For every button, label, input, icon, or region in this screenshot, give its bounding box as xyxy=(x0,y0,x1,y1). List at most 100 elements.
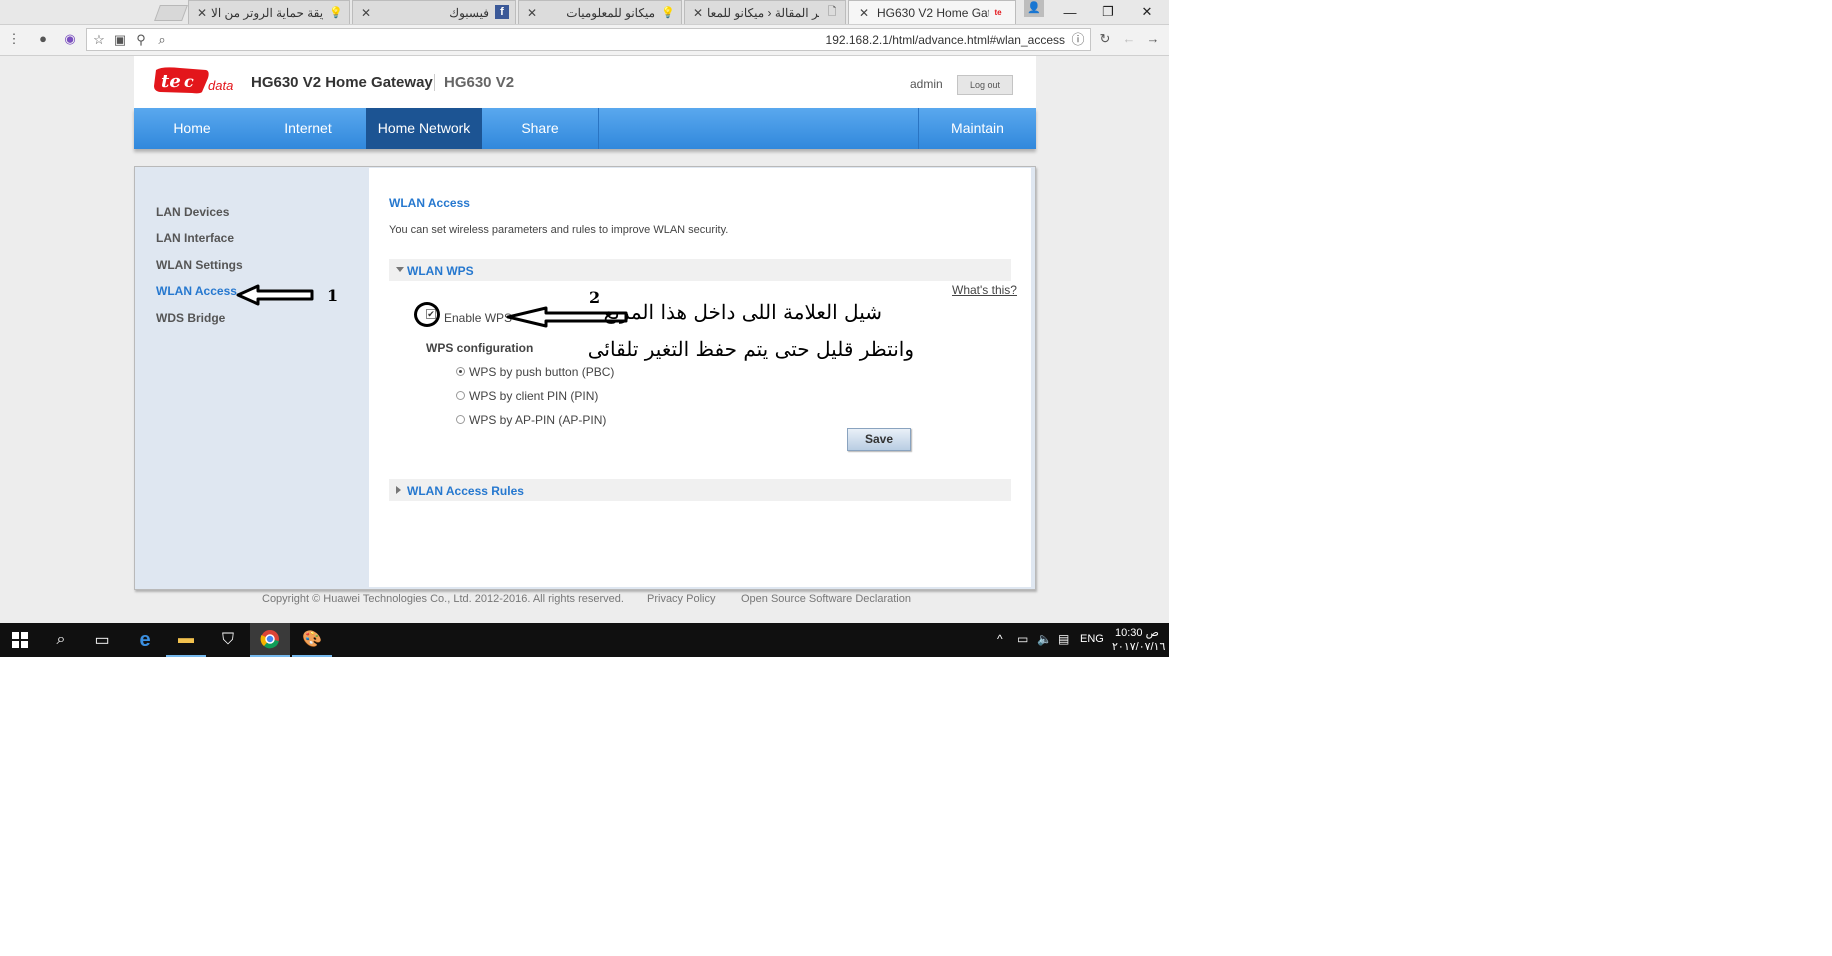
annotation-instruction-line2: وانتظر قليل حتى يتم حفظ التغير تلقائى xyxy=(587,337,914,361)
tab-title: HG630 V2 Home Gatewa xyxy=(877,6,989,20)
browser-toolbar: ⋮ ● ◉ ☆ ▣ ⚲ ⌕ 192.168.2.1/html/advance.h… xyxy=(0,25,1169,56)
chevron-right-icon xyxy=(396,486,401,494)
username-label: admin xyxy=(910,77,943,91)
te-data-logo: te c data xyxy=(152,66,234,96)
svg-text:data: data xyxy=(208,78,233,93)
user-profile-icon[interactable]: 👤 xyxy=(1024,0,1044,17)
close-icon[interactable]: ✕ xyxy=(693,6,703,20)
browser-tab[interactable]: ✕ طريقة حماية الروتر من الا 💡 xyxy=(188,0,350,24)
address-bar[interactable]: ☆ ▣ ⚲ ⌕ 192.168.2.1/html/advance.html#wl… xyxy=(86,28,1091,51)
paint-icon[interactable]: 🎨 xyxy=(292,623,332,657)
lightbulb-icon: 💡 xyxy=(329,6,343,19)
tab-title: ميكانو للمعلوميات xyxy=(566,6,655,20)
volume-icon[interactable]: 🔈 xyxy=(1037,632,1052,646)
wps-pbc-radio[interactable] xyxy=(456,367,465,376)
close-icon[interactable]: ✕ xyxy=(527,6,537,20)
gateway-title: HG630 V2 Home Gateway xyxy=(251,74,433,91)
svg-text:c: c xyxy=(184,72,194,91)
close-icon[interactable]: ✕ xyxy=(197,6,207,20)
svg-text:te: te xyxy=(161,71,181,92)
page-description: You can set wireless parameters and rule… xyxy=(389,224,729,236)
page-icon: 🗋 xyxy=(827,5,837,18)
tab-title: تحرير المقالة ‹ ميكانو للمعا xyxy=(707,6,819,20)
sidebar-item-wlan-access[interactable]: WLAN Access xyxy=(156,284,237,298)
copyright-text: Copyright © Huawei Technologies Co., Ltd… xyxy=(262,593,624,605)
lightbulb-icon: 💡 xyxy=(661,6,675,19)
sidebar-item-wlan-settings[interactable]: WLAN Settings xyxy=(156,258,243,272)
viber-icon[interactable]: ◉ xyxy=(62,31,78,47)
wps-pin-label: WPS by client PIN (PIN) xyxy=(469,389,599,403)
nav-home[interactable]: Home xyxy=(134,108,250,149)
notification-icon[interactable]: ▤ xyxy=(1058,632,1069,646)
section-label: WLAN WPS xyxy=(407,264,474,278)
nav-internet[interactable]: Internet xyxy=(250,108,366,149)
page-title: WLAN Access xyxy=(389,196,470,210)
pin-icon[interactable]: ⚲ xyxy=(133,32,149,48)
new-tab-button[interactable] xyxy=(154,5,188,21)
file-explorer-icon[interactable]: ▬ xyxy=(166,623,206,657)
windows-start-icon[interactable] xyxy=(0,623,40,657)
wps-ap-pin-radio[interactable] xyxy=(456,415,465,424)
menu-dots-icon[interactable]: ⋮ xyxy=(6,31,22,47)
annotation-instruction-line1: شيل العلامة اللى داخل هذا المربع xyxy=(603,300,882,324)
wps-pbc-label: WPS by push button (PBC) xyxy=(469,365,615,379)
facebook-icon: f xyxy=(495,5,509,19)
sidebar-item-lan-interface[interactable]: LAN Interface xyxy=(156,231,234,245)
chevron-up-icon[interactable]: ^ xyxy=(997,632,1003,646)
wlan-wps-section-header[interactable]: WLAN WPS xyxy=(389,259,1011,281)
tab-title: طريقة حماية الروتر من الا xyxy=(211,6,323,20)
store-icon[interactable]: ⛉ xyxy=(208,623,248,657)
annotation-step-1: 1 xyxy=(327,286,339,305)
sidebar-item-lan-devices[interactable]: LAN Devices xyxy=(156,205,229,219)
wlan-access-rules-section-header[interactable]: WLAN Access Rules xyxy=(389,479,1011,501)
browser-tab[interactable]: ✕ ميكانو للمعلوميات 💡 xyxy=(518,0,682,24)
minimize-icon[interactable]: — xyxy=(1051,0,1089,24)
annotation-step-2: 2 xyxy=(589,288,601,307)
browser-tab[interactable]: ✕ فيسبوك f xyxy=(352,0,516,24)
battery-icon[interactable]: ▭ xyxy=(1017,632,1028,646)
nav-maintain[interactable]: Maintain xyxy=(919,108,1036,149)
privacy-policy-link[interactable]: Privacy Policy xyxy=(647,593,715,605)
extension-icon[interactable]: ● xyxy=(35,31,51,47)
close-icon[interactable]: ✕ xyxy=(361,6,371,20)
language-indicator[interactable]: ENG xyxy=(1080,633,1104,645)
save-button[interactable]: Save xyxy=(847,428,911,451)
gateway-model: HG630 V2 xyxy=(434,74,514,91)
nav-share[interactable]: Share xyxy=(482,108,598,149)
browser-tab[interactable]: ✕ تحرير المقالة ‹ ميكانو للمعا 🗋 xyxy=(684,0,846,24)
nav-divider xyxy=(598,108,599,149)
clock-time[interactable]: 10:30 ص xyxy=(1115,626,1159,639)
annotation-circle xyxy=(414,302,440,327)
reload-icon[interactable]: ↻ xyxy=(1097,31,1113,47)
browser-tab-active[interactable]: ✕ HG630 V2 Home Gatewa te xyxy=(848,0,1016,24)
task-view-icon[interactable]: ▭ xyxy=(82,623,122,657)
url-text[interactable]: 192.168.2.1/html/advance.html#wlan_acces… xyxy=(826,33,1065,47)
chrome-icon[interactable] xyxy=(250,623,290,657)
whats-this-link[interactable]: What's this? xyxy=(952,283,1017,297)
search-icon[interactable]: ⌕ xyxy=(41,623,81,657)
info-icon[interactable]: ⓘ xyxy=(1070,32,1086,48)
annotation-arrow-1 xyxy=(236,284,314,306)
wps-config-label: WPS configuration xyxy=(426,341,534,355)
wps-ap-pin-label: WPS by AP-PIN (AP-PIN) xyxy=(469,413,607,427)
forward-disabled-icon[interactable]: ← xyxy=(1121,31,1137,47)
enable-wps-label: Enable WPS xyxy=(444,311,513,325)
back-icon[interactable]: → xyxy=(1145,31,1161,47)
window-close-icon[interactable]: ✕ xyxy=(1128,0,1166,24)
edge-icon[interactable]: e xyxy=(125,623,165,657)
search-icon[interactable]: ⌕ xyxy=(154,32,170,48)
chevron-down-icon xyxy=(396,267,404,272)
close-icon[interactable]: ✕ xyxy=(859,6,869,20)
wps-pin-radio[interactable] xyxy=(456,391,465,400)
open-source-link[interactable]: Open Source Software Declaration xyxy=(741,593,911,605)
logout-button[interactable]: Log out xyxy=(957,75,1013,95)
nav-home-network[interactable]: Home Network xyxy=(366,108,482,149)
bookmark-star-icon[interactable]: ☆ xyxy=(91,32,107,48)
restore-icon[interactable]: ❐ xyxy=(1089,0,1127,24)
cast-icon[interactable]: ▣ xyxy=(112,32,128,48)
tab-title: فيسبوك xyxy=(449,6,489,20)
sidebar-item-wds-bridge[interactable]: WDS Bridge xyxy=(156,311,225,325)
section-label: WLAN Access Rules xyxy=(407,484,524,498)
clock-date[interactable]: ٢٠١٧/٠٧/١٦ xyxy=(1112,640,1165,653)
te-data-icon: te xyxy=(994,7,1002,17)
